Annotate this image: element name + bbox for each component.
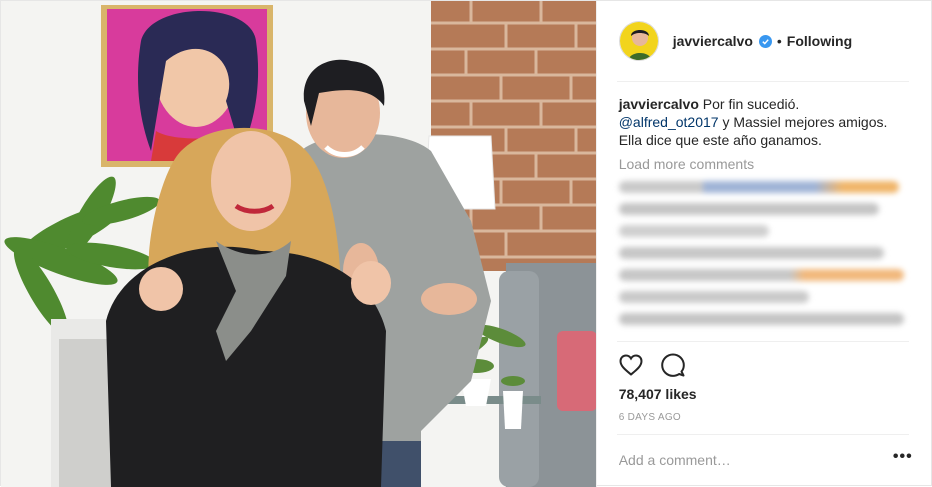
post-timestamp[interactable]: 6 DAYS AGO — [619, 412, 681, 423]
likes-count[interactable]: 78,407 likes — [619, 386, 697, 402]
avatar-image — [619, 22, 658, 60]
post-details-panel: javviercalvo • Following javviercalvo Po… — [595, 1, 932, 487]
avatar[interactable] — [618, 21, 659, 61]
post-photo[interactable] — [1, 1, 596, 487]
post-caption: javviercalvo Por fin sucedió. @alfred_ot… — [619, 95, 911, 149]
following-button[interactable]: Following — [787, 33, 852, 49]
header-separator: • — [776, 33, 782, 49]
blurred-comment — [618, 313, 904, 325]
blurred-comments — [618, 181, 911, 335]
blurred-comment — [618, 181, 899, 193]
blurred-comment — [618, 225, 769, 237]
verified-badge-icon — [758, 34, 772, 48]
actions-divider — [616, 341, 909, 342]
photo-illustration — [1, 1, 596, 487]
instagram-post: javviercalvo • Following javviercalvo Po… — [0, 0, 932, 487]
post-actions — [617, 351, 701, 379]
blurred-comment — [618, 247, 884, 259]
post-header: javviercalvo • Following — [597, 1, 932, 81]
author-username[interactable]: javviercalvo — [673, 33, 753, 49]
heart-icon[interactable] — [617, 351, 645, 379]
more-options-button[interactable]: ••• — [893, 448, 913, 472]
caption-text-start: Por fin sucedió. — [702, 96, 800, 112]
caption-mention-link[interactable]: @alfred_ot2017 — [619, 114, 719, 130]
blurred-comment — [618, 269, 904, 281]
add-comment-bar: ••• — [616, 445, 913, 475]
blurred-comment — [618, 203, 879, 215]
header-divider — [616, 81, 909, 82]
comment-divider — [616, 434, 909, 435]
speech-bubble-icon[interactable] — [659, 351, 687, 379]
load-more-comments-link[interactable]: Load more comments — [619, 155, 911, 173]
blurred-comment — [618, 291, 809, 303]
add-comment-input[interactable] — [616, 452, 857, 468]
comments-section: javviercalvo Por fin sucedió. @alfred_ot… — [619, 95, 911, 173]
caption-username[interactable]: javviercalvo — [619, 96, 699, 112]
